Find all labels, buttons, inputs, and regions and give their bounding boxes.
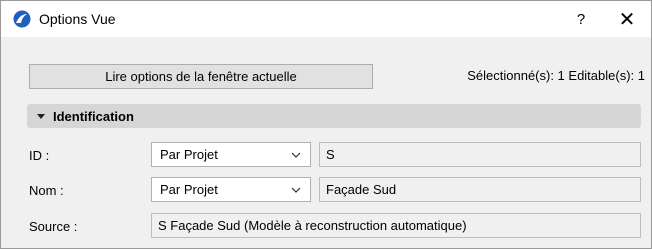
options-vue-dialog: Options Vue ? ✕ Lire options de la fenêt… [0, 0, 652, 249]
section-title: Identification [53, 108, 134, 124]
title-bar: Options Vue ? ✕ [1, 1, 651, 37]
chevron-down-icon [290, 149, 302, 161]
id-mode-value: Par Projet [160, 147, 218, 162]
nom-mode-value: Par Projet [160, 182, 218, 197]
read-current-window-options-button[interactable]: Lire options de la fenêtre actuelle [29, 64, 373, 89]
triangle-down-icon [37, 113, 45, 119]
window-title: Options Vue [39, 11, 116, 27]
source-label: Source : [29, 219, 78, 234]
selection-info: Sélectionné(s): 1 Editable(s): 1 [467, 68, 645, 83]
id-field[interactable]: S [319, 142, 641, 167]
help-button[interactable]: ? [569, 7, 593, 31]
nom-mode-select[interactable]: Par Projet [151, 177, 311, 202]
chevron-down-icon [290, 184, 302, 196]
close-button[interactable]: ✕ [613, 5, 641, 33]
id-label: ID : [29, 148, 50, 163]
nom-field[interactable]: Façade Sud [319, 177, 641, 202]
source-field: S Façade Sud (Modèle à reconstruction au… [151, 213, 641, 238]
app-logo-icon [13, 10, 31, 28]
nom-label: Nom : [29, 183, 64, 198]
id-mode-select[interactable]: Par Projet [151, 142, 311, 167]
identification-section-header[interactable]: Identification [27, 104, 641, 128]
